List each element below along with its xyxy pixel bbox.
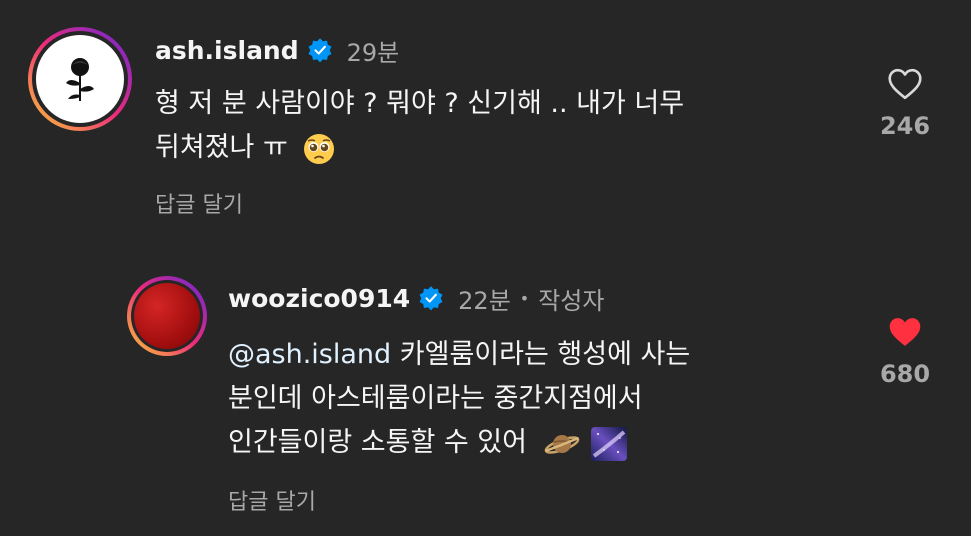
comment-header: woozico0914 22분 • 작성자	[228, 280, 604, 316]
avatar[interactable]	[28, 27, 132, 131]
comment-line-text: 카엘룸이라는 행성에 사는	[391, 339, 691, 370]
milky-way-emoji-icon	[591, 426, 628, 461]
comment-line: 분인데 아스테룸이라는 중간지점에서	[228, 383, 643, 414]
comment-header: ash.island 29분	[155, 32, 399, 68]
comment-text: @ash.island 카엘룸이라는 행성에 사는 분인데 아스테룸이라는 중간…	[228, 333, 690, 465]
comment-line: @ash.island 카엘룸이라는 행성에 사는	[228, 333, 690, 377]
reply-button[interactable]: 답글 달기	[155, 187, 243, 219]
like-count: 246	[879, 112, 931, 140]
verified-badge-icon	[308, 38, 332, 63]
comment-time: 29분	[346, 38, 400, 67]
pleading-face-emoji-icon	[304, 133, 335, 164]
comment-line-3: 인간들이랑 소통할 수 있어	[228, 421, 690, 465]
comment-line-2: 뒤쳐졌나 ㅠ	[155, 126, 684, 170]
username[interactable]: ash.island	[155, 36, 299, 65]
comment-time: 22분	[458, 286, 511, 315]
mention-link[interactable]: @ash.island	[228, 339, 391, 370]
reply-button[interactable]: 답글 달기	[228, 484, 316, 516]
comment-text: 형 저 분 사람이야 ? 뭐야 ? 신기해 .. 내가 너무 뒤쳐졌나 ㅠ	[155, 82, 684, 170]
comment-line-text: 뒤쳐졌나 ㅠ	[155, 132, 288, 163]
rose-icon	[66, 58, 94, 101]
heart-filled-icon[interactable]	[887, 316, 923, 348]
comment-line: 형 저 분 사람이야 ? 뭐야 ? 신기해 .. 내가 너무	[155, 88, 685, 119]
comment-line-text: 인간들이랑 소통할 수 있어	[228, 427, 527, 458]
separator-dot: •	[519, 288, 530, 308]
avatar[interactable]	[127, 276, 207, 356]
ringed-planet-emoji-icon	[544, 434, 579, 454]
like-control: 680	[865, 316, 945, 388]
author-tag: 작성자	[538, 286, 605, 315]
like-control: 246	[865, 68, 945, 140]
like-count: 680	[879, 360, 931, 388]
username[interactable]: woozico0914	[228, 284, 410, 313]
heart-outline-icon[interactable]	[887, 68, 923, 100]
verified-badge-icon	[419, 286, 443, 311]
